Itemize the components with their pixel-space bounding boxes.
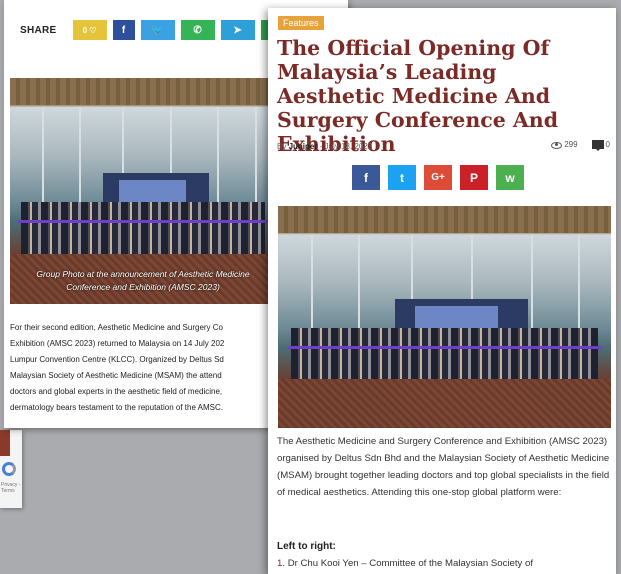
byline: By Juniper - July 18, 2023: [277, 142, 373, 151]
telegram-icon: ➤: [233, 24, 242, 36]
facebook-share-button[interactable]: f: [112, 20, 135, 40]
article-stats: 299 0: [551, 140, 610, 152]
background-card-sliver: Privacy - Terms: [0, 430, 22, 508]
facebook-icon: f: [121, 24, 126, 36]
telegram-share-button[interactable]: ➤: [220, 20, 255, 40]
publish-date: - July 18, 2023: [319, 142, 373, 151]
whatsapp-share-button[interactable]: w: [496, 165, 524, 190]
category-tag[interactable]: Features: [278, 16, 324, 30]
facebook-share-button[interactable]: f: [352, 165, 380, 190]
list-heading: Left to right:: [277, 541, 336, 552]
twitter-share-button[interactable]: 🐦: [140, 20, 175, 40]
pinterest-share-button[interactable]: P: [460, 165, 488, 190]
group-photo: [278, 206, 611, 428]
author-link[interactable]: Juniper: [289, 142, 318, 151]
whatsapp-icon: ✆: [193, 24, 202, 36]
share-buttons: f t G+ P w: [352, 165, 524, 190]
heart-icon: ♡: [89, 25, 97, 35]
article-body: The Aesthetic Medicine and Surgery Confe…: [277, 436, 610, 498]
card-image-edge: [0, 430, 10, 456]
recaptcha-icon[interactable]: [2, 462, 16, 476]
photo-caption: Group Photo at the announcement of Aesth…: [36, 269, 250, 292]
article-title: The Official Opening Of Malaysia’s Leadi…: [277, 36, 559, 156]
list-item: 1. Dr Chu Kooi Yen – Committee of the Ma…: [277, 558, 533, 569]
like-button[interactable]: 0 ♡: [72, 20, 107, 40]
front-article-card: Features The Official Opening Of Malaysi…: [268, 8, 616, 574]
share-bar: SHARE 0 ♡ f 🐦 ✆ ➤ ▤: [20, 20, 295, 40]
share-label: SHARE: [20, 24, 57, 36]
comment-icon: [591, 140, 604, 152]
whatsapp-share-button[interactable]: ✆: [180, 20, 215, 40]
twitter-icon: 🐦: [151, 24, 164, 36]
views-counter: 299: [551, 140, 578, 149]
recaptcha-text: Privacy - Terms: [1, 482, 21, 494]
google-plus-share-button[interactable]: G+: [424, 165, 452, 190]
article-body: For their second edition, Aesthetic Medi…: [10, 323, 225, 412]
twitter-share-button[interactable]: t: [388, 165, 416, 190]
eye-icon: [551, 141, 563, 149]
comments-counter[interactable]: 0: [591, 140, 610, 152]
like-count: 0: [82, 25, 88, 35]
